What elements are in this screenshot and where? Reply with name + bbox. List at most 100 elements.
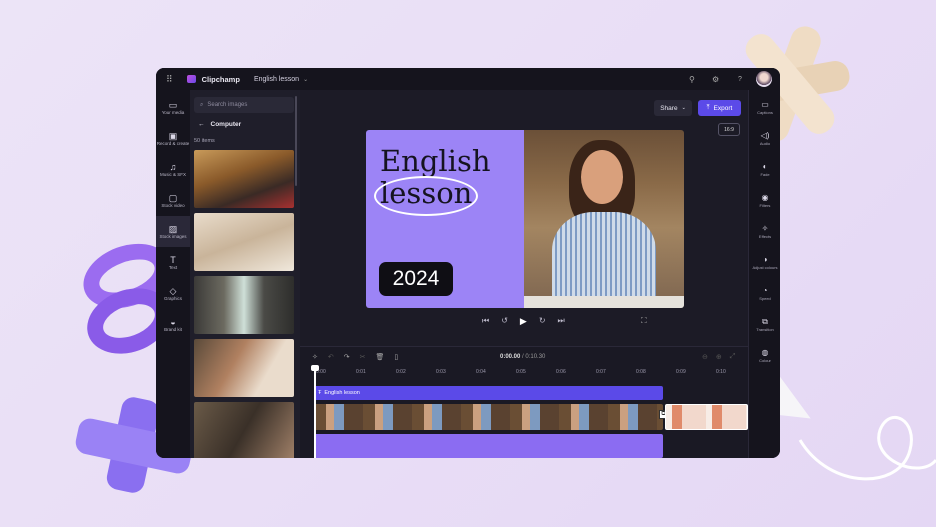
- filters-icon: ◉: [761, 193, 769, 202]
- rail-effects[interactable]: ✧ Effects: [749, 216, 780, 247]
- adjust-colours-icon: ◑: [762, 255, 768, 264]
- rewind-5s-icon[interactable]: ↺: [501, 316, 508, 327]
- rail-text[interactable]: T Text: [156, 247, 190, 278]
- rail-brand-kit[interactable]: ◒ Brand kit: [156, 309, 190, 340]
- project-title[interactable]: English lesson: [254, 76, 299, 83]
- clipchamp-logo-icon: [186, 75, 196, 83]
- avatar[interactable]: [756, 71, 772, 87]
- effects-icon: ✧: [761, 224, 769, 233]
- rail-music-sfx[interactable]: ♫ Music & SFX: [156, 154, 190, 185]
- panel-scrollbar[interactable]: [295, 96, 297, 186]
- zoom-in-icon[interactable]: ⊕: [716, 353, 722, 361]
- presenter-video: [524, 130, 684, 308]
- camera-icon: ▣: [168, 131, 178, 141]
- stock-image-thumbnail[interactable]: [194, 276, 294, 334]
- magic-tools-icon[interactable]: ✧: [312, 353, 318, 361]
- ruler-tick: 0:10: [716, 369, 726, 375]
- ruler-tick: 0:04: [476, 369, 486, 375]
- stock-image-thumbnail[interactable]: [194, 213, 294, 271]
- rail-stock-images[interactable]: ▨ Stock images: [156, 216, 190, 247]
- zoom-out-icon[interactable]: ⊖: [702, 353, 708, 361]
- playhead-handle[interactable]: [311, 365, 319, 371]
- rail-speed[interactable]: ◔ Speed: [749, 278, 780, 309]
- video-icon: ▢: [168, 193, 178, 203]
- apps-grid-icon[interactable]: ⠿: [166, 74, 173, 85]
- stock-image-thumbnail[interactable]: [194, 402, 294, 458]
- timecode: 0:00.00 / 0:10.30: [500, 354, 546, 360]
- audio-icon: ◁): [760, 131, 770, 140]
- share-button[interactable]: Share ⌄: [654, 100, 692, 116]
- export-button[interactable]: ⤒ Export: [698, 100, 741, 116]
- brand-kit-icon: ◒: [170, 317, 176, 327]
- fit-icon[interactable]: ⤢: [730, 353, 736, 361]
- second-video-clip[interactable]: [665, 404, 748, 430]
- timeline-toolbar: ✧ ↶ ↷ ✂ 🗑 ▯: [312, 353, 398, 361]
- rail-audio[interactable]: ◁) Audio: [749, 123, 780, 154]
- help-icon[interactable]: ?: [738, 76, 742, 83]
- clipchamp-window: ⠿ Clipchamp English lesson ⌄ ⚲ ⚙ ? ▭ Your…: [156, 68, 780, 458]
- folder-icon: ▭: [168, 100, 178, 110]
- swirl-line-decoration: [798, 416, 936, 481]
- right-properties-rail: ▭ Captions ◁) Audio ◐ Fade ◉ Filters ✧ Effect…: [748, 90, 780, 458]
- audio-clip[interactable]: [314, 434, 663, 458]
- top-bar: ⠿ Clipchamp English lesson ⌄ ⚲ ⚙ ?: [156, 68, 780, 90]
- time-ruler: 0:00 0:01 0:02 0:03 0:04 0:05 0:06 0:07 …: [300, 369, 748, 379]
- rail-stock-video[interactable]: ▢ Stock video: [156, 185, 190, 216]
- settings-icon[interactable]: ⚙: [712, 75, 719, 84]
- rail-colour[interactable]: ◍ Colour: [749, 340, 780, 371]
- save-frame-icon[interactable]: ▯: [394, 353, 398, 361]
- play-icon[interactable]: ▶: [520, 316, 527, 327]
- chevron-down-icon: ⌄: [681, 105, 686, 111]
- title-line-1: English: [380, 144, 491, 178]
- speed-icon: ◔: [762, 286, 768, 295]
- aspect-ratio-button[interactable]: 16:9: [718, 123, 740, 136]
- left-nav-rail: ▭ Your media ▣ Record & create ♫ Music & SF…: [156, 90, 190, 458]
- captions-icon: ▭: [761, 100, 769, 109]
- media-panel: ⌕ Search images ← Computer 50 items: [190, 90, 300, 458]
- fullscreen-icon[interactable]: ⛶: [641, 316, 647, 326]
- ruler-tick: 0:06: [556, 369, 566, 375]
- item-count: 50 items: [194, 138, 215, 144]
- playhead[interactable]: [314, 367, 316, 458]
- ruler-tick: 0:08: [636, 369, 646, 375]
- video-clip[interactable]: [314, 404, 663, 430]
- rail-fade[interactable]: ◐ Fade: [749, 154, 780, 185]
- search-input[interactable]: ⌕ Search images: [194, 97, 294, 113]
- rail-graphics[interactable]: ◇ Graphics: [156, 278, 190, 309]
- delete-icon[interactable]: 🗑: [376, 353, 385, 361]
- ruler-tick: 0:09: [676, 369, 686, 375]
- skip-forward-icon[interactable]: ⏭: [558, 316, 565, 327]
- stock-image-thumbnail[interactable]: [194, 339, 294, 397]
- rail-captions[interactable]: ▭ Captions: [749, 92, 780, 123]
- year-badge: 2024: [379, 262, 453, 296]
- search-icon: ⌕: [200, 101, 204, 108]
- fade-icon: ◐: [762, 162, 768, 171]
- rail-adjust-colours[interactable]: ◑ Adjust colours: [749, 247, 780, 278]
- chevron-down-icon[interactable]: ⌄: [303, 76, 308, 83]
- video-preview: English lesson 2024: [366, 130, 684, 308]
- rail-your-media[interactable]: ▭ Your media: [156, 92, 190, 123]
- colour-icon: ◍: [761, 348, 769, 357]
- app-name: Clipchamp: [201, 74, 240, 84]
- rail-filters[interactable]: ◉ Filters: [749, 185, 780, 216]
- playback-controls: ⏮ ↺ ▶ ↻ ⏭: [482, 316, 565, 327]
- back-to-computer[interactable]: ← Computer: [198, 121, 241, 128]
- back-arrow-icon: ←: [198, 121, 205, 128]
- stock-image-thumbnail[interactable]: [194, 150, 294, 208]
- share-link-icon[interactable]: ⚲: [689, 75, 695, 84]
- undo-icon[interactable]: ↶: [328, 353, 334, 361]
- skip-back-icon[interactable]: ⏮: [482, 316, 489, 327]
- music-icon: ♫: [169, 162, 177, 172]
- ruler-tick: 0:03: [436, 369, 446, 375]
- rail-record-create[interactable]: ▣ Record & create: [156, 123, 190, 154]
- ruler-tick: 0:02: [396, 369, 406, 375]
- image-icon: ▨: [168, 224, 178, 234]
- redo-icon[interactable]: ↷: [344, 353, 350, 361]
- forward-5s-icon[interactable]: ↻: [539, 316, 546, 327]
- english-lesson-text-clip[interactable]: Ŧ English lesson: [314, 386, 663, 400]
- transition-icon: ⧉: [762, 317, 768, 326]
- graphics-icon: ◇: [169, 286, 177, 296]
- split-icon[interactable]: ✂: [360, 353, 366, 361]
- rail-transition[interactable]: ⧉ Transition: [749, 309, 780, 340]
- text-clip-icon: Ŧ: [318, 390, 322, 396]
